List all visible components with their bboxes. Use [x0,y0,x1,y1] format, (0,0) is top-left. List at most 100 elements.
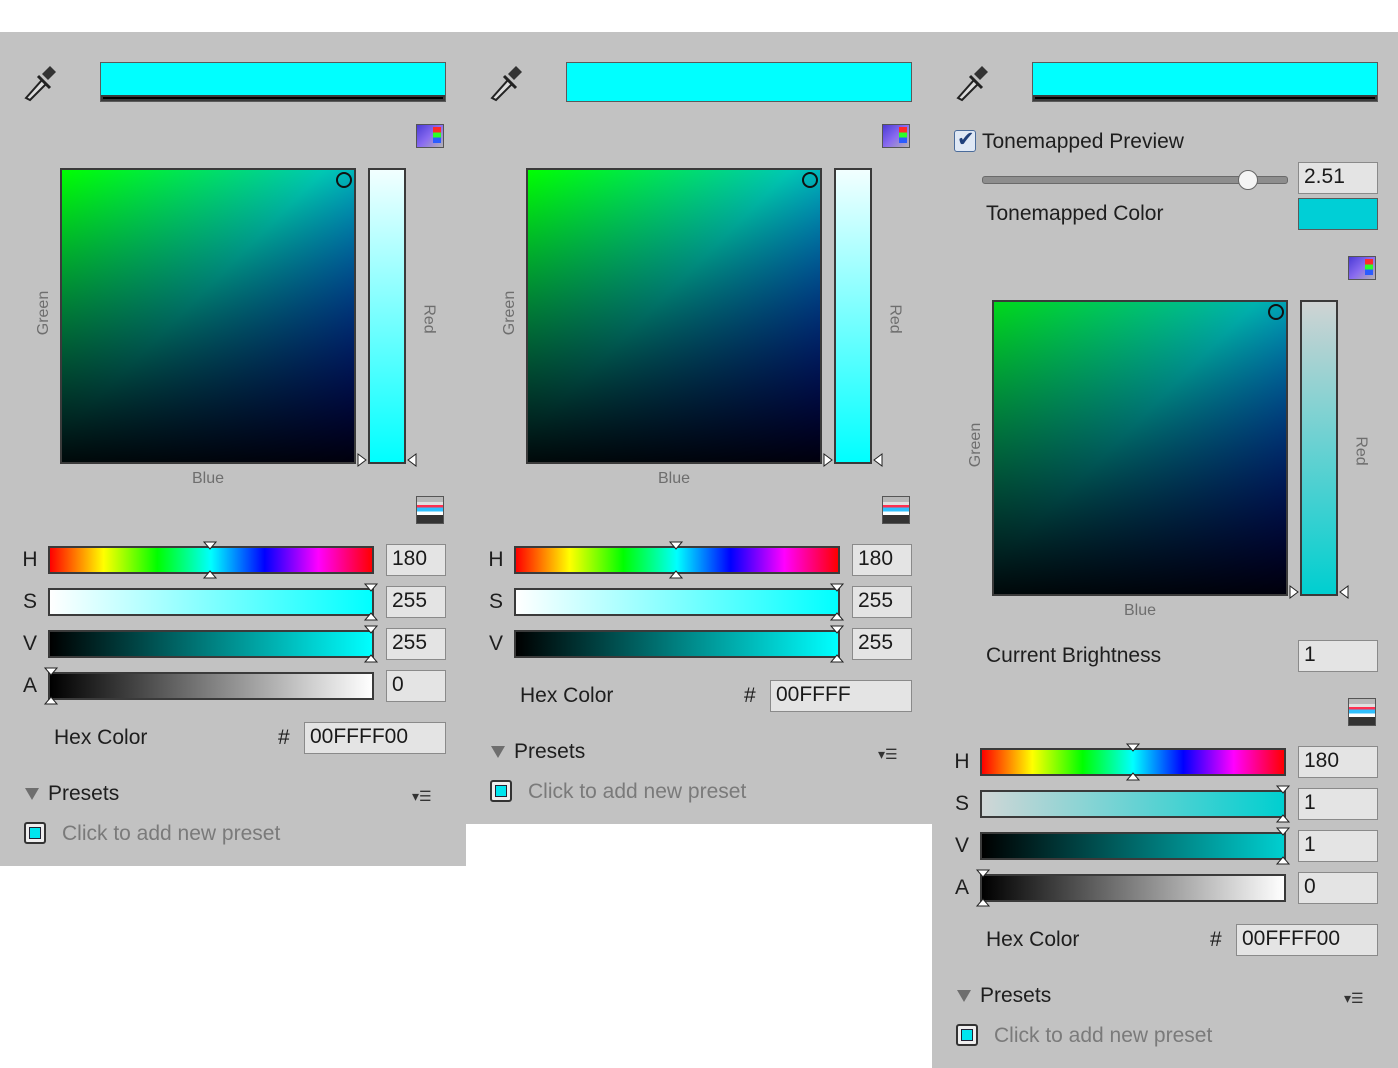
slider-label-s: S [954,792,969,815]
alpha-value-field[interactable]: 0 [386,670,446,702]
add-preset-hint[interactable]: Click to add new preset [994,1024,1212,1048]
alpha-slider-handle[interactable] [43,666,59,706]
saturation-slider-handle[interactable] [363,582,379,622]
tonemapped-preview-checkbox[interactable] [954,127,976,152]
hex-hash: # [278,726,290,749]
value-slider-handle[interactable] [829,624,845,664]
current-color-swatch[interactable] [566,62,912,102]
saturation-slider[interactable] [514,588,840,616]
exposure-value-field[interactable]: 2.51 [1298,162,1378,194]
value-value-field[interactable]: 255 [852,628,912,660]
current-brightness-label: Current Brightness [986,644,1162,667]
color-picker-panel-1: Green Blue Red H 180 S 255 V 255 A 0 Hex… [0,32,466,866]
axis-label-green: Green [967,422,985,468]
hue-slider-handle[interactable] [202,540,218,580]
hue-value-field[interactable]: 180 [386,544,446,576]
presets-foldout-label[interactable]: Presets [48,782,119,806]
saturation-value-field[interactable]: 1 [1298,788,1378,820]
axis-label-red: Red [420,304,438,334]
add-preset-hint[interactable]: Click to add new preset [528,780,746,804]
color-picker-panel-2: Green Blue Red H 180 S 255 V 255 Hex Col… [466,32,932,824]
presets-menu-icon[interactable]: ▾☰ [412,788,432,805]
current-brightness-field[interactable]: 1 [1298,640,1378,672]
value-slider[interactable] [514,630,840,658]
sv-picker-ring[interactable] [1268,304,1284,320]
alpha-slider[interactable] [48,672,374,700]
hex-color-label: Hex Color [986,928,1080,951]
hex-color-field[interactable]: 00FFFF [770,680,912,712]
hex-color-label: Hex Color [520,684,614,707]
hex-color-field[interactable]: 00FFFF00 [1236,924,1378,956]
eyedropper-icon[interactable] [954,62,990,102]
color-picker-panel-3: Tonemapped Preview 2.51 Tonemapped Color… [932,32,1398,1068]
exposure-slider-knob[interactable] [1238,170,1258,190]
slider-label-h: H [488,548,504,571]
slider-mode-icon[interactable] [882,496,910,524]
slider-mode-icon[interactable] [1348,698,1376,726]
value-value-field[interactable]: 255 [386,628,446,660]
value-slider[interactable] [48,630,374,658]
hue-value-field[interactable]: 180 [852,544,912,576]
saturation-slider-handle[interactable] [1275,784,1291,824]
red-strip-marker[interactable] [822,452,884,468]
alpha-value-field[interactable]: 0 [1298,872,1378,904]
presets-foldout-label[interactable]: Presets [514,740,585,764]
hex-color-label: Hex Color [54,726,148,749]
red-strip[interactable] [1300,300,1338,596]
eyedropper-icon[interactable] [22,62,58,102]
hue-value-field[interactable]: 180 [1298,746,1378,778]
current-color-swatch[interactable] [100,62,446,102]
sv-picker-ring[interactable] [802,172,818,188]
alpha-slider[interactable] [980,874,1286,902]
red-strip-marker[interactable] [356,452,418,468]
foldout-triangle-icon[interactable] [24,786,40,802]
color-mode-icon[interactable] [416,124,444,148]
sv-square[interactable] [992,300,1288,596]
slider-mode-icon[interactable] [416,496,444,524]
current-color-swatch[interactable] [1032,62,1378,102]
axis-label-green: Green [35,290,53,336]
sv-square[interactable] [60,168,356,464]
saturation-slider-handle[interactable] [829,582,845,622]
preset-swatch-icon[interactable] [24,822,46,844]
tonemapped-preview-label[interactable]: Tonemapped Preview [982,130,1184,154]
slider-label-s: S [22,590,37,613]
eyedropper-icon[interactable] [488,62,524,102]
presets-menu-icon[interactable]: ▾☰ [878,746,898,763]
axis-label-green: Green [501,290,519,336]
value-slider-handle[interactable] [1275,826,1291,866]
value-value-field[interactable]: 1 [1298,830,1378,862]
saturation-value-field[interactable]: 255 [386,586,446,618]
red-strip-marker[interactable] [1288,584,1350,600]
presets-foldout-label[interactable]: Presets [980,984,1051,1008]
saturation-slider[interactable] [48,588,374,616]
hex-color-field[interactable]: 00FFFF00 [304,722,446,754]
axis-label-red: Red [886,304,904,334]
axis-label-blue: Blue [192,470,225,487]
preset-swatch-icon[interactable] [956,1024,978,1046]
presets-menu-icon[interactable]: ▾☰ [1344,990,1364,1007]
saturation-slider[interactable] [980,790,1286,818]
hue-slider-handle[interactable] [668,540,684,580]
sv-picker-ring[interactable] [336,172,352,188]
foldout-triangle-icon[interactable] [956,988,972,1004]
slider-label-a: A [954,876,969,899]
slider-label-h: H [954,750,970,773]
hue-slider-handle[interactable] [1125,742,1141,782]
hex-hash: # [1210,928,1222,951]
slider-label-v: V [22,632,37,655]
red-strip[interactable] [368,168,406,464]
red-strip[interactable] [834,168,872,464]
alpha-slider-handle[interactable] [975,868,991,908]
preset-swatch-icon[interactable] [490,780,512,802]
foldout-triangle-icon[interactable] [490,744,506,760]
color-mode-icon[interactable] [882,124,910,148]
add-preset-hint[interactable]: Click to add new preset [62,822,280,846]
axis-label-blue: Blue [658,470,691,487]
saturation-value-field[interactable]: 255 [852,586,912,618]
value-slider[interactable] [980,832,1286,860]
color-mode-icon[interactable] [1348,256,1376,280]
hex-hash: # [744,684,756,707]
value-slider-handle[interactable] [363,624,379,664]
sv-square[interactable] [526,168,822,464]
